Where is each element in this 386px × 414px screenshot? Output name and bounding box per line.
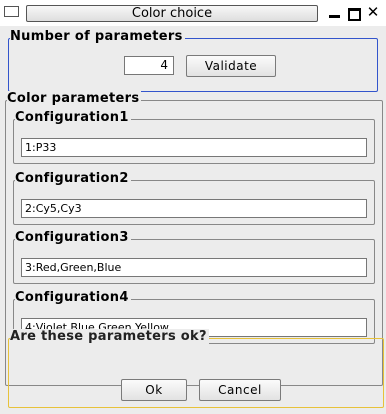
confirm-group: Are these parameters ok? Ok Cancel — [8, 329, 384, 408]
validate-button[interactable]: Validate — [186, 55, 276, 77]
window-title: Color choice — [26, 5, 318, 22]
number-of-parameters-group: Number of parameters 4 Validate — [8, 29, 378, 92]
configuration2-input[interactable]: 2:Cy5,Cy3 — [21, 199, 367, 218]
color-choice-window: Color choice ✕ Number of parameters 4 Va… — [0, 0, 386, 414]
maximize-icon[interactable] — [347, 4, 361, 22]
cancel-button[interactable]: Cancel — [199, 379, 281, 401]
configuration1-group: Configuration1 1:P33 — [13, 110, 375, 164]
confirm-label: Are these parameters ok? — [10, 329, 209, 345]
configuration3-label: Configuration3 — [15, 230, 131, 246]
configuration3-input[interactable]: 3:Red,Green,Blue — [21, 258, 367, 277]
configuration2-group: Configuration2 2:Cy5,Cy3 — [13, 171, 375, 225]
configuration3-group: Configuration3 3:Red,Green,Blue — [13, 230, 375, 284]
parameter-count-input[interactable]: 4 — [124, 56, 174, 75]
configuration2-label: Configuration2 — [15, 171, 131, 187]
number-of-parameters-label: Number of parameters — [10, 29, 185, 45]
configuration1-input[interactable]: 1:P33 — [21, 138, 367, 157]
configuration1-label: Configuration1 — [15, 110, 131, 126]
window-menu-icon[interactable] — [4, 6, 19, 17]
ok-button[interactable]: Ok — [121, 379, 187, 401]
configuration4-label: Configuration4 — [15, 290, 131, 306]
title-bar[interactable]: Color choice ✕ — [0, 0, 386, 26]
color-parameters-label: Color parameters — [7, 91, 142, 107]
close-icon[interactable]: ✕ — [366, 3, 380, 21]
minimize-icon[interactable] — [328, 3, 342, 21]
